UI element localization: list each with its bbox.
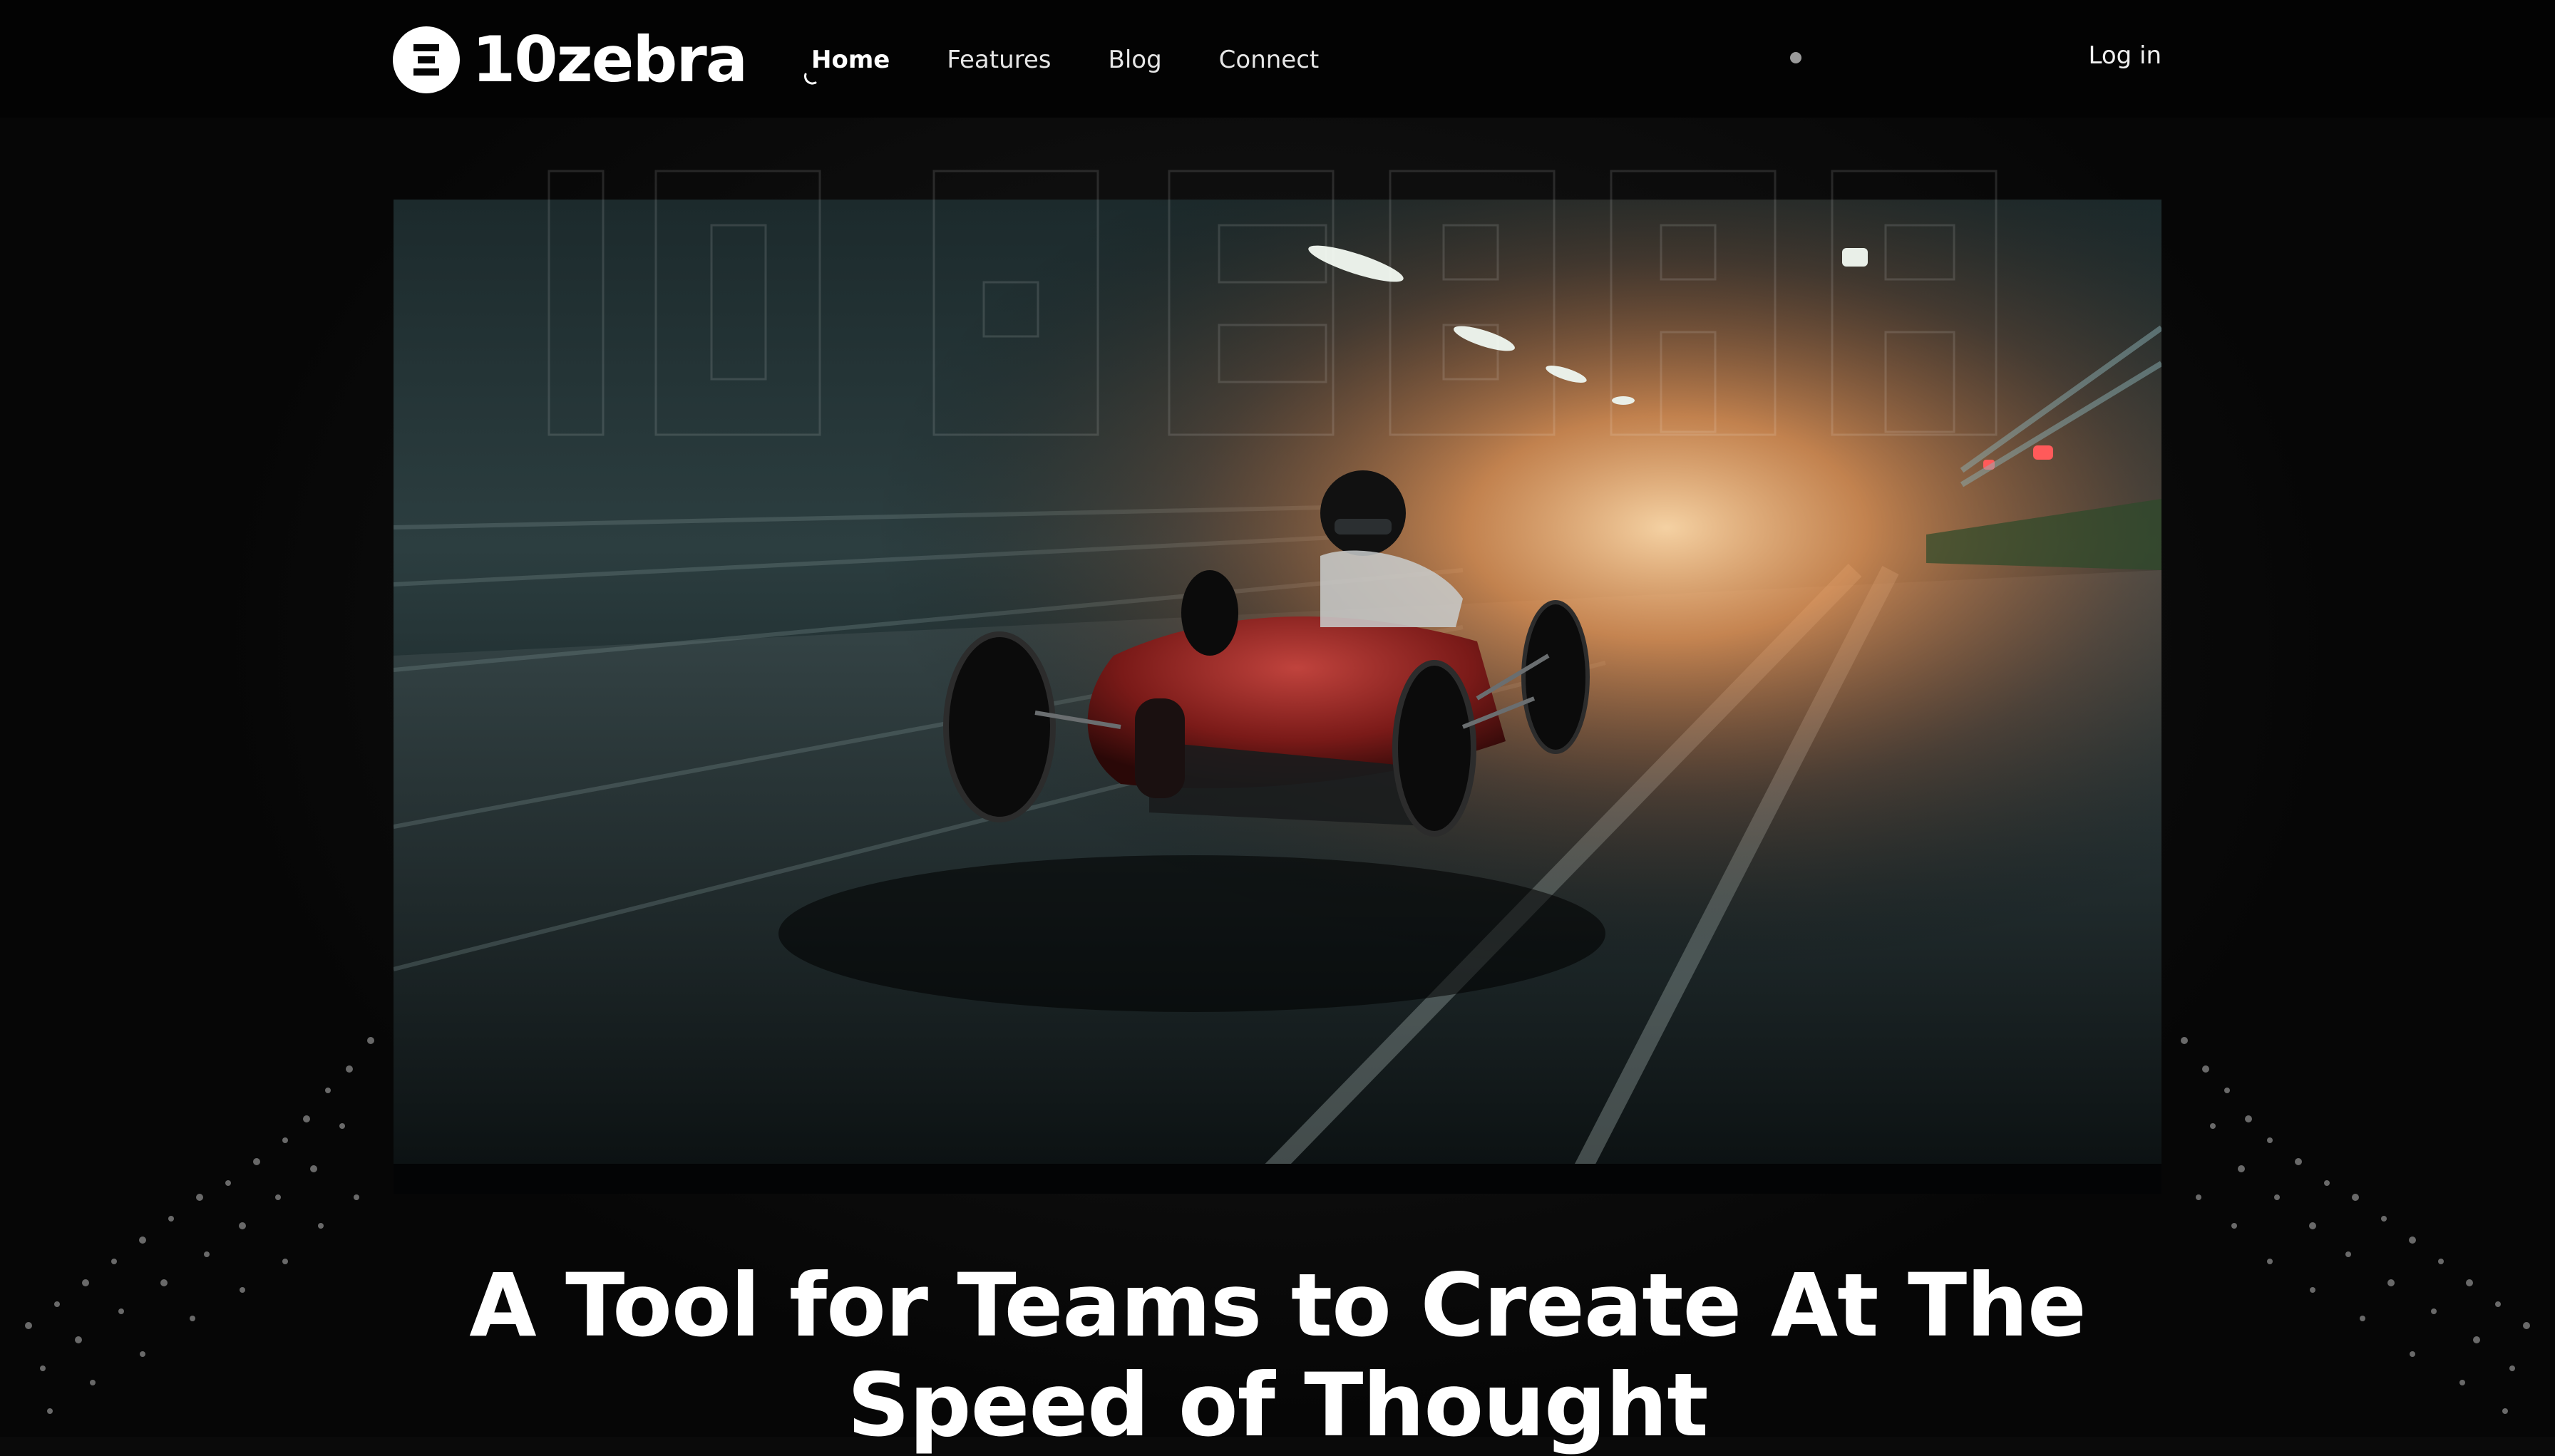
top-navbar: 10zebra Home Features Blog Connect Log i…: [0, 0, 2555, 118]
brand-watermark-outline: [548, 170, 1998, 436]
brand-logo[interactable]: 10zebra: [392, 23, 748, 96]
login-link[interactable]: Log in: [2088, 41, 2161, 70]
nav-item-home[interactable]: Home: [811, 46, 890, 74]
status-dot-icon: [1790, 52, 1801, 63]
nav-item-connect[interactable]: Connect: [1219, 46, 1320, 74]
zebra-logo-icon: [393, 26, 460, 93]
brand-name: 10zebra: [472, 23, 748, 96]
hero-headline-line1: A Tool for Teams to Create At The: [469, 1254, 2087, 1356]
nav-item-blog[interactable]: Blog: [1109, 46, 1162, 74]
hero-headline-line2: Speed of Thought: [847, 1354, 1708, 1456]
hero-bottom-strip: [394, 1164, 2161, 1194]
hero-headline: A Tool for Teams to Create At The Speed …: [0, 1256, 2555, 1455]
loading-spinner-icon: [804, 73, 817, 85]
nav-item-features[interactable]: Features: [947, 46, 1051, 74]
main-nav: Home Features Blog Connect: [811, 40, 1376, 80]
